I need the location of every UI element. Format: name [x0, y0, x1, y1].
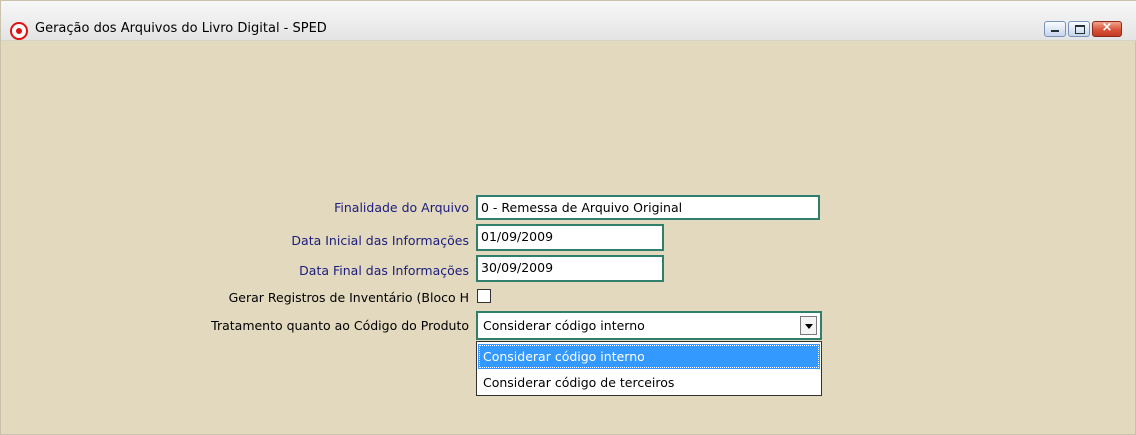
- chevron-down-icon[interactable]: [800, 316, 817, 335]
- data-inicial-label: Data Inicial das Informações: [291, 233, 469, 248]
- tratamento-select[interactable]: Considerar código interno: [476, 311, 822, 340]
- tratamento-dropdown-list: Considerar código interno Considerar cód…: [476, 341, 822, 396]
- data-final-label: Data Final das Informações: [299, 263, 469, 278]
- inventario-checkbox[interactable]: [477, 289, 491, 303]
- sped-window: Geração dos Arquivos do Livro Digital - …: [0, 0, 1136, 435]
- close-button[interactable]: ×: [1092, 20, 1122, 37]
- tratamento-selected-value: Considerar código interno: [483, 318, 645, 333]
- option-codigo-interno[interactable]: Considerar código interno: [478, 344, 820, 369]
- tratamento-label: Tratamento quanto ao Código do Produto: [211, 318, 469, 333]
- close-icon: ×: [1101, 20, 1113, 35]
- data-inicial-field[interactable]: 01/09/2009: [476, 224, 664, 251]
- finalidade-field[interactable]: 0 - Remessa de Arquivo Original: [476, 195, 820, 220]
- minimize-button[interactable]: [1044, 21, 1066, 37]
- title-bar[interactable]: Geração dos Arquivos do Livro Digital - …: [1, 1, 1136, 41]
- window-title: Geração dos Arquivos do Livro Digital - …: [35, 21, 327, 36]
- app-icon[interactable]: [10, 22, 28, 40]
- minimize-icon: [1051, 30, 1059, 32]
- option-codigo-terceiros[interactable]: Considerar código de terceiros: [478, 370, 820, 395]
- inventario-label: Gerar Registros de Inventário (Bloco H: [228, 290, 469, 305]
- data-final-field[interactable]: 30/09/2009: [476, 255, 664, 282]
- maximize-icon: [1075, 25, 1085, 34]
- finalidade-label: Finalidade do Arquivo: [334, 200, 469, 215]
- maximize-button[interactable]: [1068, 21, 1090, 37]
